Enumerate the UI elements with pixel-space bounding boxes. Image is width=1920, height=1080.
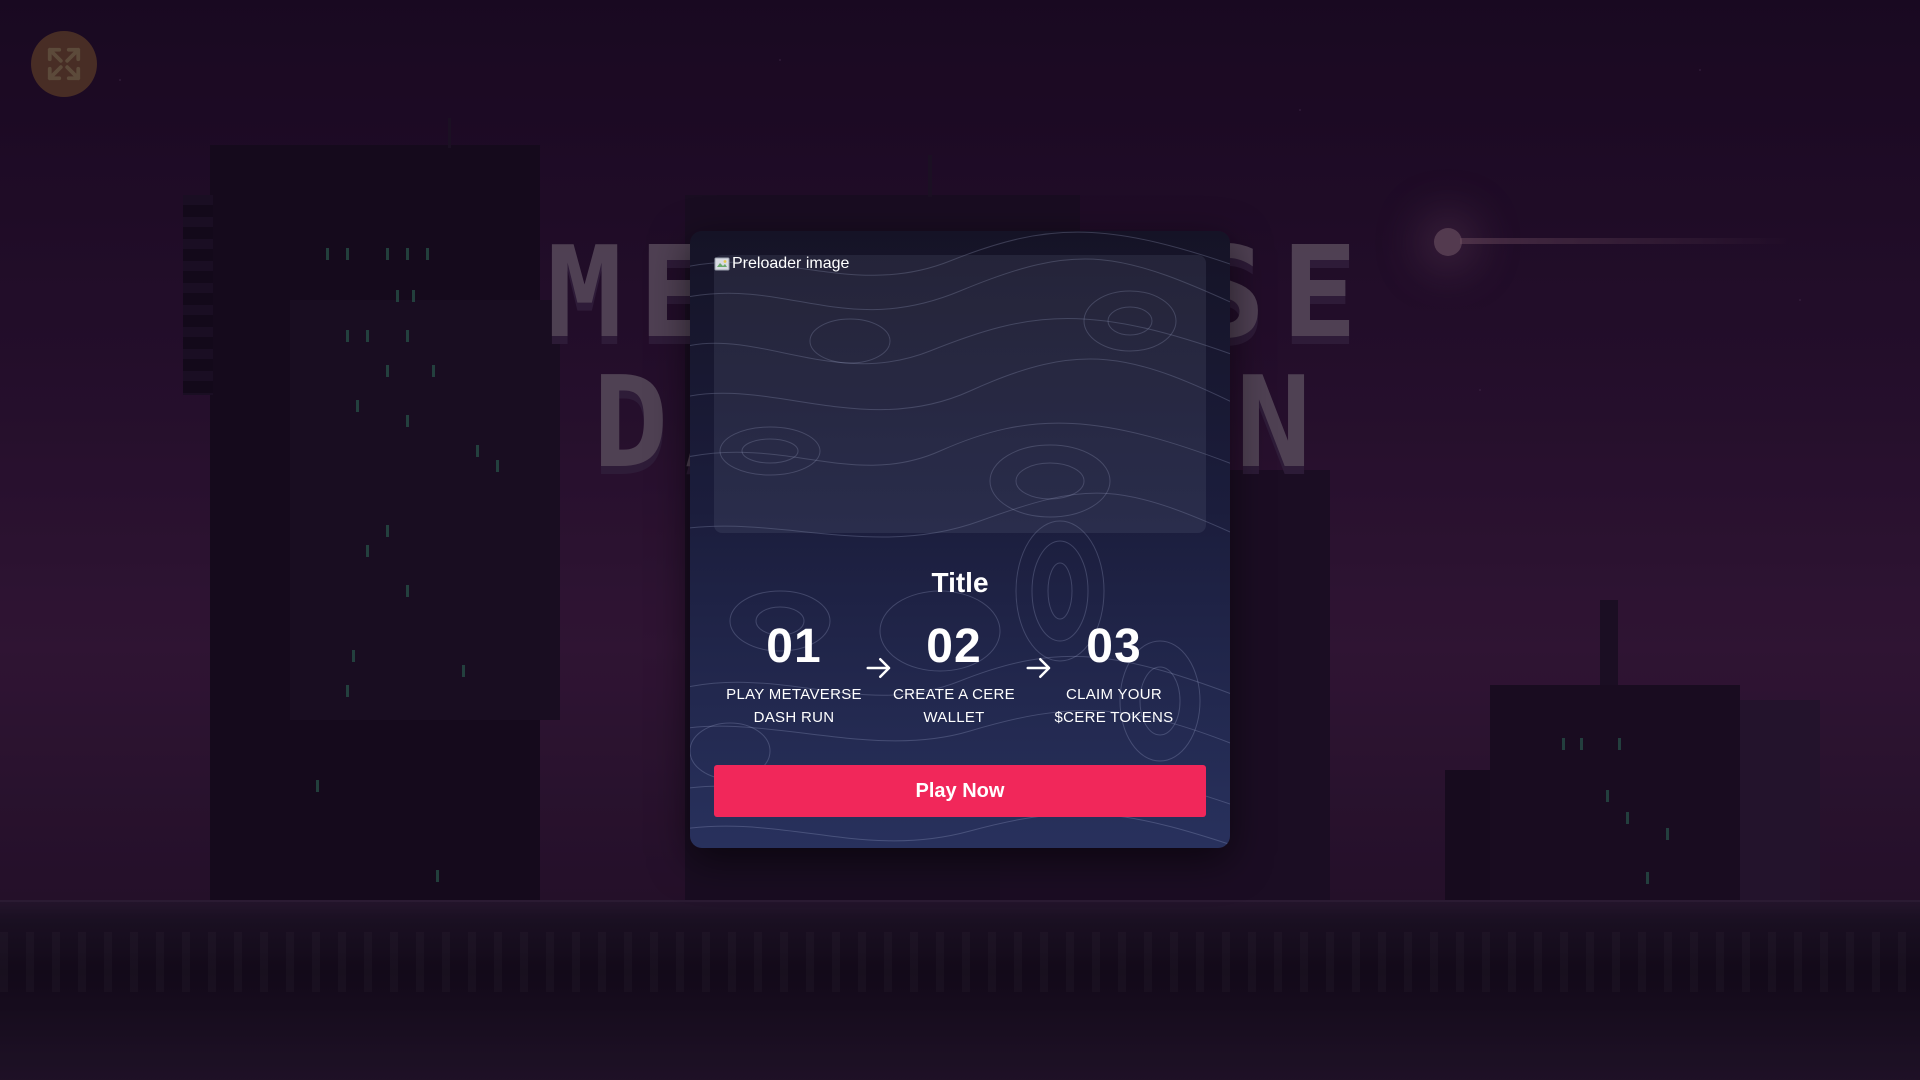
step-label: PLAY METAVERSE DASH RUN (724, 683, 864, 729)
step-label-line: WALLET (923, 709, 985, 726)
expand-icon (47, 47, 81, 81)
preloader-alt-text: Preloader image (732, 255, 850, 272)
step-label-line: CREATE A CERE (893, 686, 1015, 703)
step-label-line: DASH RUN (753, 709, 835, 726)
step-2: 02 CREATE A CERE WALLET (884, 623, 1024, 729)
step-number: 02 (926, 620, 982, 673)
step-number: 01 (766, 620, 822, 673)
fullscreen-button[interactable] (31, 31, 97, 97)
preloader-image-area: Preloader image (714, 255, 1206, 533)
step-label-line: CLAIM YOUR (1065, 686, 1163, 703)
play-now-button[interactable]: Play Now (714, 765, 1206, 817)
preloader-image: Preloader image (714, 255, 849, 273)
steps-row: 01 PLAY METAVERSE DASH RUN 02 CREATE A C… (714, 623, 1206, 733)
step-number: 03 (1086, 620, 1142, 673)
step-label: CLAIM YOUR $CERE TOKENS (1044, 683, 1184, 729)
step-label-line: PLAY METAVERSE (726, 686, 862, 703)
step-label-line: $CERE TOKENS (1054, 709, 1174, 726)
modal-title: Title (931, 567, 989, 598)
step-1: 01 PLAY METAVERSE DASH RUN (724, 623, 864, 729)
step-label: CREATE A CERE WALLET (884, 683, 1024, 729)
onboarding-modal: Preloader image Title 01 PLAY METAVERSE … (690, 231, 1230, 848)
broken-image-icon (714, 257, 730, 271)
step-3: 03 CLAIM YOUR $CERE TOKENS (1044, 623, 1184, 729)
